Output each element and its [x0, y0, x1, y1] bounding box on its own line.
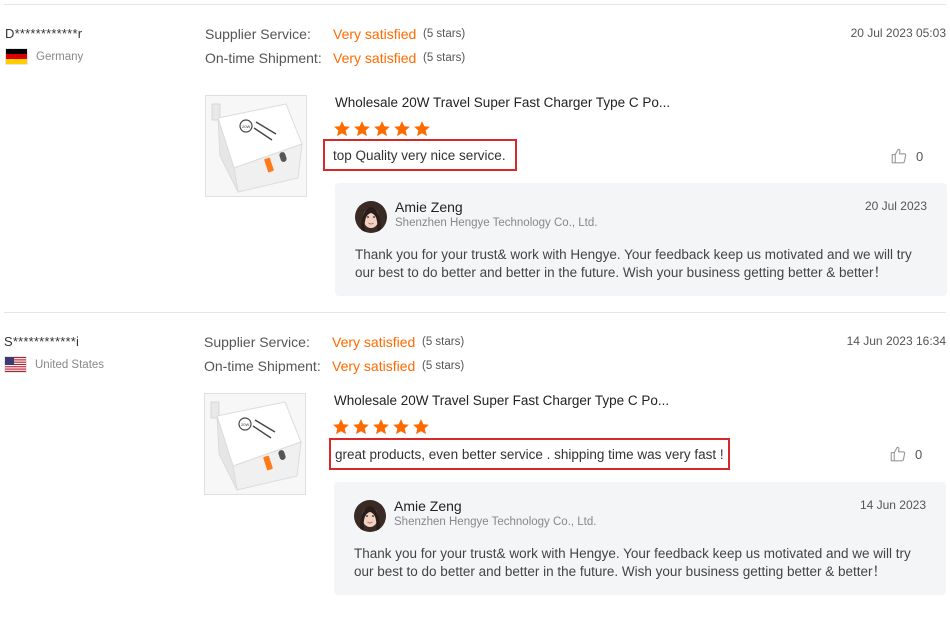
supplier-service-stars: (5 stars) — [422, 336, 465, 348]
star-icon — [333, 419, 349, 435]
reply-text: Thank you for your trust& work with Heng… — [354, 546, 911, 579]
seller-name: Amie Zeng — [395, 199, 463, 215]
star-icon — [414, 121, 430, 137]
seller-company: Shenzhen Hengye Technology Co., Ltd. — [394, 516, 597, 528]
star-icon — [393, 419, 409, 435]
shipment-label: On-time Shipment: — [204, 358, 321, 374]
star-icon — [413, 419, 429, 435]
product-title-link[interactable]: Wholesale 20W Travel Super Fast Charger … — [334, 393, 669, 408]
star-icon — [373, 419, 389, 435]
buyer-country: Germany — [36, 51, 84, 63]
supplier-service-label: Supplier Service: — [205, 26, 311, 42]
reply-text: Thank you for your trust& work with Heng… — [355, 247, 912, 280]
germany-flag-icon — [6, 49, 27, 64]
star-icon — [374, 121, 390, 137]
buyer-name: D************r — [5, 26, 83, 41]
us-flag-icon — [5, 357, 26, 372]
review-date: 14 Jun 2023 16:34 — [846, 334, 946, 348]
product-thumbnail[interactable]: 20W — [204, 393, 306, 495]
seller-company: Shenzhen Hengye Technology Co., Ltd. — [395, 217, 598, 229]
supplier-service-stars: (5 stars) — [423, 28, 466, 40]
star-icon — [334, 121, 350, 137]
shipment-value: Very satisfied — [333, 50, 417, 66]
feedback-text: great products, even better service . sh… — [329, 438, 730, 470]
shipment-stars: (5 stars) — [423, 52, 466, 64]
star-icon — [354, 121, 370, 137]
shipment-value: Very satisfied — [332, 358, 416, 374]
review-date: 20 Jul 2023 05:03 — [850, 26, 946, 40]
supplier-service-label: Supplier Service: — [204, 334, 310, 350]
star-icon — [353, 419, 369, 435]
like-count: 0 — [916, 148, 924, 164]
svg-text:20W: 20W — [241, 422, 249, 427]
like-button[interactable]: 0 — [890, 147, 923, 165]
avatar — [354, 500, 386, 532]
like-count: 0 — [915, 446, 923, 462]
rating-stars — [332, 418, 430, 438]
supplier-service-value: Very satisfied — [332, 334, 416, 350]
seller-reply: Amie Zeng Shenzhen Hengye Technology Co.… — [334, 482, 946, 595]
seller-reply: Amie Zeng Shenzhen Hengye Technology Co.… — [335, 183, 947, 296]
shipment-label: On-time Shipment: — [205, 50, 322, 66]
thumbs-up-icon — [891, 148, 907, 164]
rating-stars — [333, 120, 431, 140]
feedback-text: top Quality very nice service. — [323, 139, 517, 171]
buyer-name: S************i — [4, 334, 80, 349]
svg-text:20W: 20W — [242, 124, 250, 129]
buyer-country: United States — [35, 359, 105, 371]
avatar — [355, 201, 387, 233]
review-item: S************i United States Supplier Se… — [0, 314, 950, 614]
review-item: D************r Germany Supplier Service:… — [0, 6, 950, 306]
reply-date: 20 Jul 2023 — [864, 199, 927, 213]
thumbs-up-icon — [890, 446, 906, 462]
review-divider — [4, 312, 946, 313]
shipment-stars: (5 stars) — [422, 360, 465, 372]
top-divider — [4, 4, 946, 5]
like-button[interactable]: 0 — [889, 445, 922, 463]
star-icon — [394, 121, 410, 137]
product-title-link[interactable]: Wholesale 20W Travel Super Fast Charger … — [335, 95, 670, 110]
supplier-service-value: Very satisfied — [333, 26, 417, 42]
reply-date: 14 Jun 2023 — [859, 498, 926, 512]
seller-name: Amie Zeng — [394, 498, 462, 514]
product-thumbnail[interactable]: 20W — [205, 95, 307, 197]
